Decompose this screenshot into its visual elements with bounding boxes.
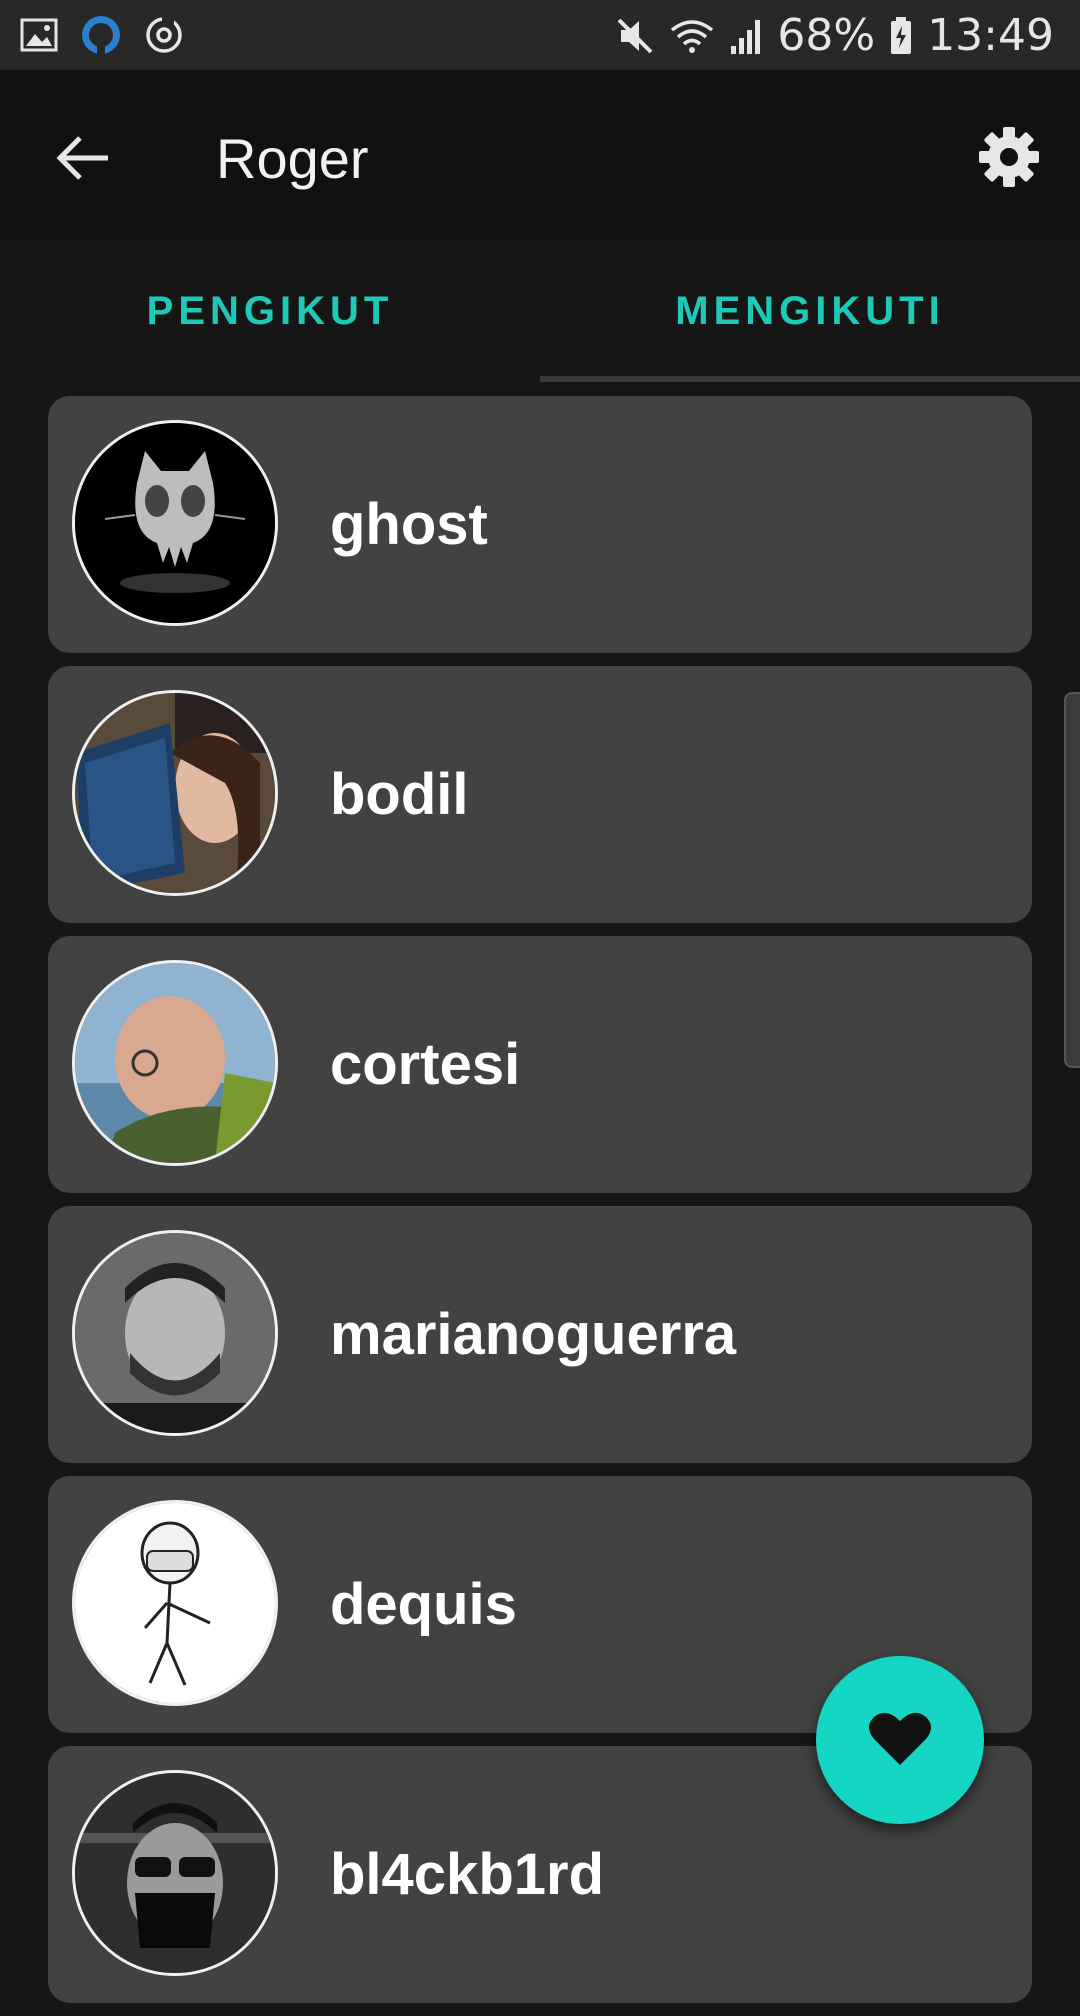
github-icon [80,14,122,61]
page-title: Roger [216,127,369,190]
avatar [72,960,278,1166]
clock: 13:49 [927,10,1054,61]
wifi-icon [669,16,715,56]
sync-icon [144,15,184,60]
signal-icon [729,16,763,56]
list-item[interactable]: bodil [48,666,1032,923]
app-bar: Roger [0,70,1080,240]
avatar [72,1230,278,1436]
avatar [72,1500,278,1706]
user-name: ghost [330,492,488,557]
favorite-button[interactable] [816,1656,984,1824]
list-item[interactable]: ghost [48,396,1032,653]
mute-icon [615,16,655,56]
avatar [72,1770,278,1976]
gallery-icon [20,18,58,57]
heart-icon [868,1709,932,1772]
battery-percent: 68% [777,10,876,61]
user-name: cortesi [330,1032,521,1097]
user-name: bodil [330,762,469,827]
battery-icon [889,16,913,56]
list-item[interactable]: marianoguerra [48,1206,1032,1463]
scrollbar[interactable] [1064,692,1080,1068]
user-name: marianoguerra [330,1302,737,1367]
tab-bar: PENGIKUT MENGIKUTI [0,240,1080,382]
user-name: dequis [330,1572,517,1637]
tab-mengikuti[interactable]: MENGIKUTI [540,240,1080,382]
tab-pengikut[interactable]: PENGIKUT [0,240,540,382]
tab-indicator [540,376,1080,382]
list-item[interactable]: cortesi [48,936,1032,1193]
user-name: bl4ckb1rd [330,1842,604,1907]
avatar [72,420,278,626]
arrow-left-icon[interactable] [52,126,116,190]
avatar [72,690,278,896]
status-bar: 68% 13:49 [0,0,1080,70]
gear-icon[interactable] [978,126,1040,188]
